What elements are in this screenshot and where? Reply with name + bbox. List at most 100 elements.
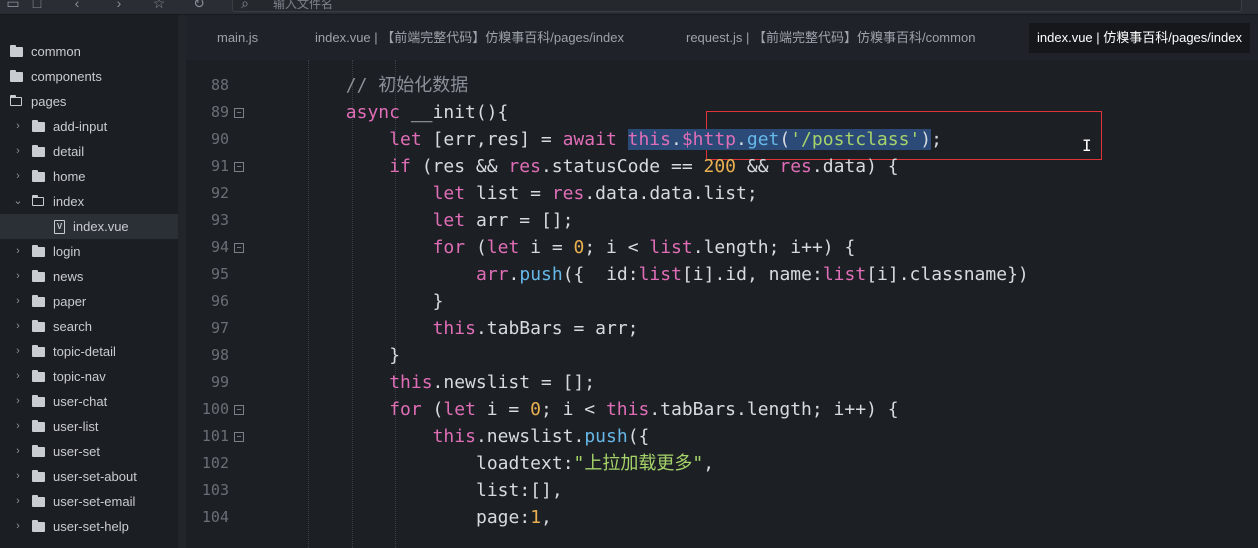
- tree-item-login[interactable]: › login: [0, 239, 178, 264]
- tree-item-user-list[interactable]: › user-list: [0, 414, 178, 439]
- star-icon[interactable]: ☆: [150, 0, 168, 12]
- chevron-right-icon[interactable]: ›: [13, 239, 23, 264]
- new-file-icon[interactable]: □: [28, 0, 46, 12]
- tree-item-topic-nav[interactable]: › topic-nav: [0, 364, 178, 389]
- tree-item-components[interactable]: components: [0, 64, 178, 89]
- tree-item-home[interactable]: › home: [0, 164, 178, 189]
- chevron-right-icon[interactable]: ›: [13, 164, 23, 189]
- sidebar-divider[interactable]: [178, 15, 186, 548]
- tab-2[interactable]: index.vue | 【前端完整代码】仿糗事百科/pages/index: [315, 23, 624, 53]
- tab-1[interactable]: main.js: [217, 23, 258, 53]
- chevron-down-icon[interactable]: ⌄: [13, 189, 23, 214]
- tree-item-label: paper: [53, 294, 87, 309]
- tree-item-add-input[interactable]: › add-input: [0, 114, 178, 139]
- line-number: 92: [210, 184, 229, 202]
- code-text: async __init(){: [345, 102, 509, 123]
- tree-item-user-set[interactable]: › user-set: [0, 439, 178, 464]
- line-number: 102: [201, 454, 229, 472]
- tree-item-user-chat[interactable]: › user-chat: [0, 389, 178, 414]
- tree-item-topic-detail[interactable]: › topic-detail: [0, 339, 178, 364]
- code-line[interactable]: 94− for (let i = 0; i < list.length; i++)…: [186, 234, 1258, 261]
- code-line[interactable]: 103 list:[],: [186, 477, 1258, 504]
- tree-item-label: user-set-help: [53, 519, 129, 534]
- top-toolbar: ▭ □ ‹ › ☆ ↻ ⌕ 输入文件名: [0, 0, 1258, 15]
- fold-toggle-icon[interactable]: −: [234, 108, 244, 118]
- code-line[interactable]: 90 let [err,res] = await this.$http.get('…: [186, 126, 1258, 153]
- fold-toggle-icon[interactable]: −: [234, 162, 244, 172]
- tree-item-common[interactable]: common: [0, 39, 178, 64]
- tree-item-user-set-email[interactable]: › user-set-email: [0, 489, 178, 514]
- chevron-right-icon[interactable]: ›: [13, 114, 23, 139]
- chevron-right-icon[interactable]: ›: [13, 439, 23, 464]
- fold-toggle-icon[interactable]: −: [234, 243, 244, 253]
- code-text: for (let i = 0; i < list.length; i++) {: [432, 237, 856, 258]
- file-search-input[interactable]: 输入文件名: [232, 0, 1242, 12]
- tab-3[interactable]: request.js | 【前端完整代码】仿糗事百科/common: [686, 23, 975, 53]
- code-text: if (res && res.statusCode == 200 && res.…: [389, 156, 899, 177]
- code-line[interactable]: 88 // 初始化数据: [186, 72, 1258, 99]
- tree-item-index-vue[interactable]: Vindex.vue: [0, 214, 178, 239]
- search-icon: ⌕: [241, 0, 249, 11]
- chevron-right-icon[interactable]: ›: [13, 489, 23, 514]
- fold-toggle-icon[interactable]: −: [234, 405, 244, 415]
- code-line[interactable]: 102 loadtext:"上拉加载更多",: [186, 450, 1258, 477]
- folder-icon: [10, 45, 23, 57]
- chevron-right-icon[interactable]: ›: [13, 314, 23, 339]
- chevron-right-icon[interactable]: ›: [13, 339, 23, 364]
- code-line[interactable]: 89− async __init(){: [186, 99, 1258, 126]
- tree-item-detail[interactable]: › detail: [0, 139, 178, 164]
- code-line[interactable]: 95 arr.push({ id:list[i].id, name:list[i]…: [186, 261, 1258, 288]
- forward-icon[interactable]: ›: [110, 0, 128, 12]
- tree-item-index[interactable]: ⌄ index: [0, 189, 178, 214]
- tree-item-label: index.vue: [73, 219, 129, 234]
- line-number: 96: [210, 292, 229, 310]
- chevron-right-icon[interactable]: ›: [13, 464, 23, 489]
- line-number: 88: [210, 76, 229, 94]
- code-line[interactable]: 97 this.tabBars = arr;: [186, 315, 1258, 342]
- code-line[interactable]: 93 let arr = [];: [186, 207, 1258, 234]
- code-line[interactable]: 91− if (res && res.statusCode == 200 && r…: [186, 153, 1258, 180]
- code-line[interactable]: 104 page:1,: [186, 504, 1258, 531]
- chevron-right-icon[interactable]: ›: [13, 264, 23, 289]
- back-icon[interactable]: ‹: [68, 0, 86, 12]
- folder-icon: [32, 470, 45, 482]
- code-editor[interactable]: I 88// 初始化数据 89− async __init(){90 let [err…: [186, 60, 1258, 548]
- chevron-right-icon[interactable]: ›: [13, 139, 23, 164]
- line-number: 93: [210, 211, 229, 229]
- fold-toggle-icon[interactable]: −: [234, 432, 244, 442]
- tree-item-label: search: [53, 319, 93, 334]
- line-number: 98: [210, 346, 229, 364]
- chevron-right-icon[interactable]: ›: [13, 414, 23, 439]
- line-number: 97: [210, 319, 229, 337]
- chevron-right-icon[interactable]: ›: [13, 289, 23, 314]
- code-text: page:1,: [476, 507, 552, 528]
- folder-icon: [32, 120, 45, 132]
- chevron-right-icon[interactable]: ›: [13, 364, 23, 389]
- tree-item-paper[interactable]: › paper: [0, 289, 178, 314]
- folder-icon: [32, 145, 45, 157]
- chevron-right-icon[interactable]: ›: [13, 389, 23, 414]
- code-line[interactable]: 98}: [186, 342, 1258, 369]
- sidebar-toggle-icon[interactable]: ▭: [4, 0, 22, 12]
- line-number: 99: [210, 373, 229, 391]
- code-text: let [err,res] = await this.$http.get('/p…: [389, 129, 942, 150]
- code-line[interactable]: 96}: [186, 288, 1258, 315]
- tab-4[interactable]: index.vue | 仿糗事百科/pages/index: [1029, 23, 1250, 53]
- code-line[interactable]: 92 let list = res.data.data.list;: [186, 180, 1258, 207]
- tree-item-news[interactable]: › news: [0, 264, 178, 289]
- tree-item-user-set-about[interactable]: › user-set-about: [0, 464, 178, 489]
- chevron-right-icon[interactable]: ›: [13, 514, 23, 539]
- code-text: arr.push({ id:list[i].id, name:list[i].c…: [476, 264, 1029, 285]
- code-line[interactable]: 101− this.newslist.push({: [186, 423, 1258, 450]
- folder-icon: [32, 445, 45, 457]
- folder-icon: [32, 420, 45, 432]
- tree-item-pages[interactable]: pages: [0, 89, 178, 114]
- code-line[interactable]: 100− for (let i = 0; i < this.tabBars.len…: [186, 396, 1258, 423]
- tree-item-search[interactable]: › search: [0, 314, 178, 339]
- tree-item-label: add-input: [53, 119, 108, 134]
- folder-open-icon: [31, 194, 44, 206]
- tree-item-user-set-help[interactable]: › user-set-help: [0, 514, 178, 539]
- tree-item-label: login: [53, 244, 81, 259]
- code-line[interactable]: 99 this.newslist = [];: [186, 369, 1258, 396]
- refresh-icon[interactable]: ↻: [190, 0, 208, 12]
